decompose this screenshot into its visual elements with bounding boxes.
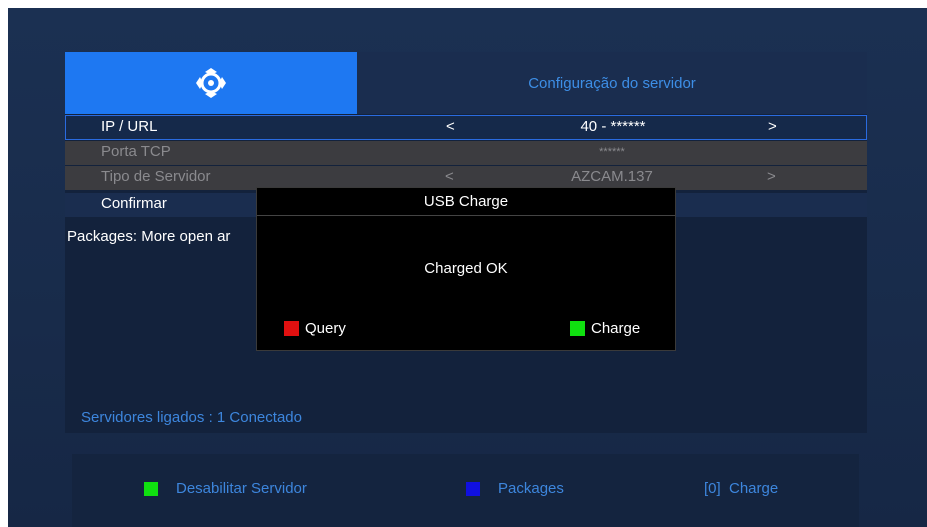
key-label: [0] Charge xyxy=(704,480,779,497)
setting-row-ip-url[interactable]: IP / URL < 40 - ****** > xyxy=(65,115,867,140)
setting-value: AZCAM.137 xyxy=(571,168,653,185)
setting-value-selector[interactable]: < 40 - ****** > xyxy=(358,116,868,140)
header-logo xyxy=(65,52,357,114)
shield-swirl-icon xyxy=(196,68,226,98)
packages-info: Packages: More open ar xyxy=(67,228,231,245)
setting-label: Porta TCP xyxy=(101,143,171,160)
chevron-left-icon[interactable]: < xyxy=(446,118,455,135)
green-key-icon xyxy=(570,321,585,336)
setting-label: Tipo de Servidor xyxy=(101,168,211,185)
setting-row-porta-tcp[interactable]: Porta TCP ****** xyxy=(65,141,867,165)
charge-button[interactable]: Charge xyxy=(570,320,640,337)
chevron-left-icon[interactable]: < xyxy=(445,168,454,185)
setting-label: Confirmar xyxy=(101,195,167,212)
usb-charge-dialog: USB Charge Charged OK Query Charge xyxy=(256,187,676,351)
setting-value: 40 - ****** xyxy=(580,118,646,135)
key-label: Desabilitar Servidor xyxy=(176,480,307,497)
server-status: Servidores ligados : 1 Conectado xyxy=(81,409,302,426)
charge-key[interactable]: [0] Charge xyxy=(704,480,778,497)
chevron-right-icon[interactable]: > xyxy=(768,118,777,135)
red-key-icon xyxy=(284,321,299,336)
query-button[interactable]: Query xyxy=(284,320,346,337)
key-label: Packages xyxy=(498,480,564,497)
packages-key[interactable]: Packages xyxy=(466,480,564,497)
dialog-title: USB Charge xyxy=(257,188,675,216)
disable-server-key[interactable]: Desabilitar Servidor xyxy=(144,480,307,497)
dialog-message: Charged OK xyxy=(424,260,508,277)
blue-key-icon xyxy=(466,481,480,496)
setting-value-area: ****** xyxy=(357,141,867,165)
chevron-right-icon[interactable]: > xyxy=(767,168,776,185)
query-label: Query xyxy=(305,320,346,337)
charge-label: Charge xyxy=(591,320,641,337)
setting-label: IP / URL xyxy=(101,118,158,135)
setting-value: ****** xyxy=(599,146,625,158)
green-key-icon xyxy=(144,481,158,496)
page-title: Configuração do servidor xyxy=(357,52,867,114)
